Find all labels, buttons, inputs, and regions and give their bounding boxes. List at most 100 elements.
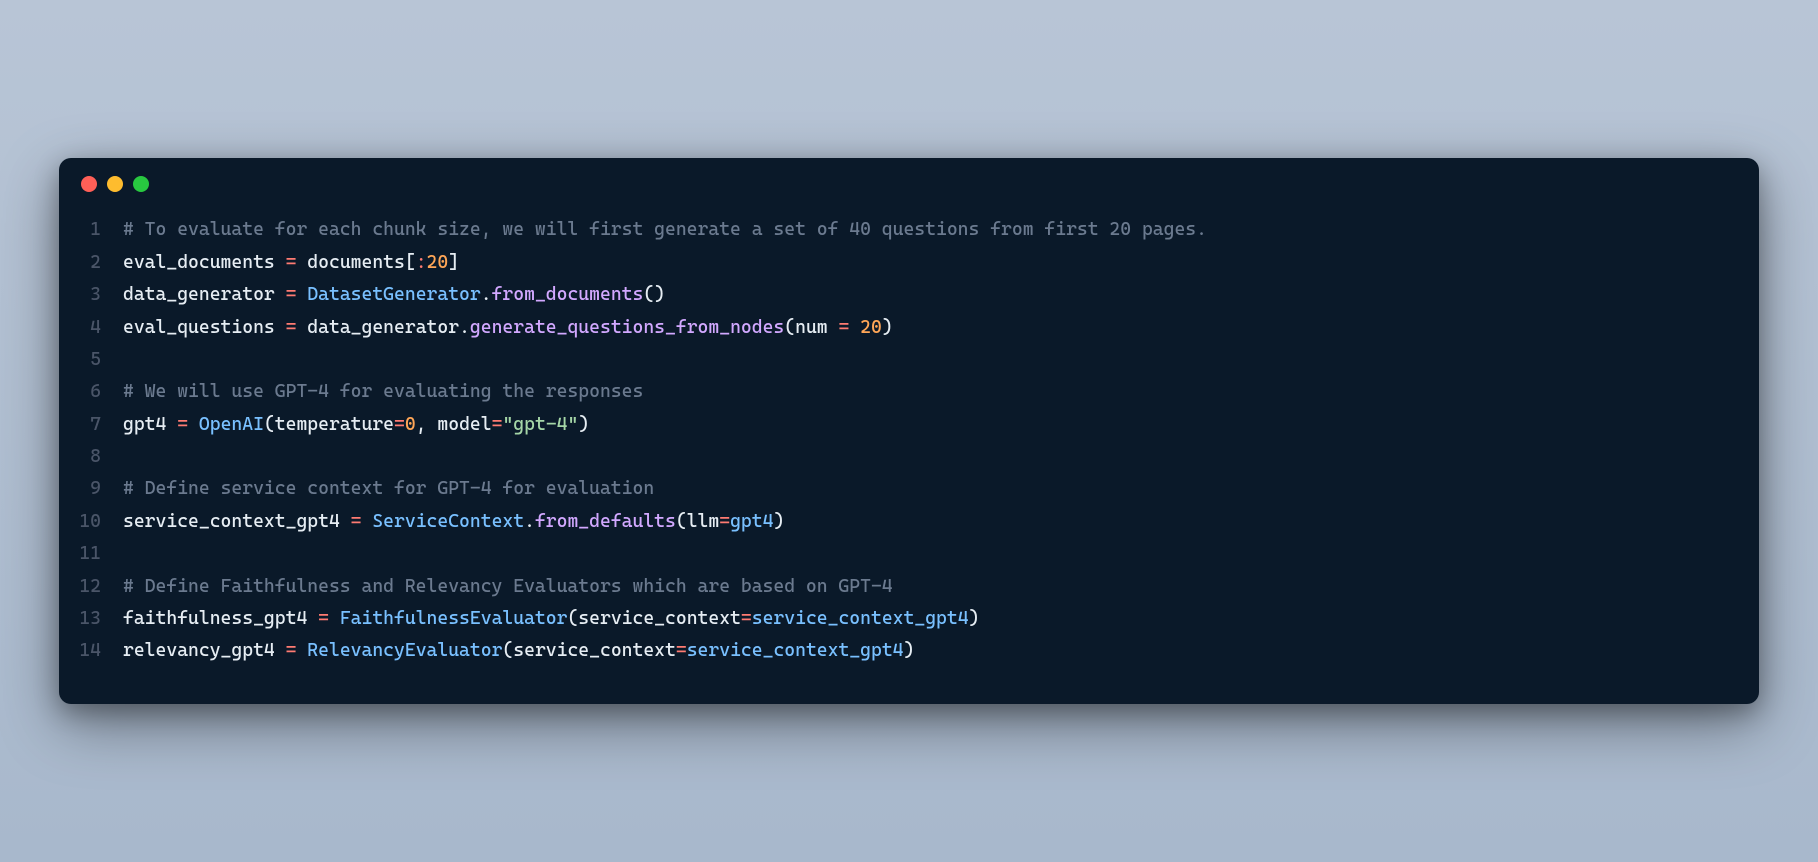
token-ident: documents[	[296, 252, 415, 273]
code-line-content[interactable]: eval_questions = data_generator.generate…	[123, 312, 1731, 344]
token-punct: )	[882, 317, 893, 338]
token-punct: )	[578, 414, 589, 435]
token-ident	[361, 511, 372, 532]
token-func: from_documents	[492, 284, 644, 305]
token-ident: faithfulness_gpt4	[123, 608, 318, 629]
token-ident	[296, 284, 307, 305]
token-func: generate_questions_from_nodes	[470, 317, 784, 338]
code-line: 11	[59, 538, 1731, 570]
code-editor[interactable]: 1# To evaluate for each chunk size, we w…	[59, 202, 1759, 679]
zoom-icon[interactable]	[133, 176, 149, 192]
token-kwarg: service_context_gpt4	[752, 608, 969, 629]
code-line-content[interactable]: # Define service context for GPT-4 for e…	[123, 473, 1731, 505]
code-line: 12# Define Faithfulness and Relevancy Ev…	[59, 571, 1731, 603]
token-op: =	[351, 511, 362, 532]
token-ident: eval_questions	[123, 317, 286, 338]
token-op: =	[838, 317, 849, 338]
code-line-content[interactable]: # We will use GPT-4 for evaluating the r…	[123, 376, 1731, 408]
token-op: =	[741, 608, 752, 629]
line-number: 8	[59, 441, 123, 473]
line-number: 5	[59, 344, 123, 376]
code-line: 8	[59, 441, 1731, 473]
token-op: =	[286, 317, 297, 338]
token-punct: .	[459, 317, 470, 338]
token-op: =	[177, 414, 188, 435]
token-punct: (	[502, 640, 513, 661]
token-num: 20	[860, 317, 882, 338]
line-number: 7	[59, 409, 123, 441]
code-line-content[interactable]: service_context_gpt4 = ServiceContext.fr…	[123, 506, 1731, 538]
token-op: =	[286, 284, 297, 305]
token-punct: (	[676, 511, 687, 532]
code-line: 1# To evaluate for each chunk size, we w…	[59, 214, 1731, 246]
token-op: =	[719, 511, 730, 532]
token-class: RelevancyEvaluator	[307, 640, 502, 661]
token-op: =	[676, 640, 687, 661]
token-punct: .	[524, 511, 535, 532]
line-number: 10	[59, 506, 123, 538]
token-punct: )	[969, 608, 980, 629]
line-number: 4	[59, 312, 123, 344]
code-line: 3data_generator = DatasetGenerator.from_…	[59, 279, 1731, 311]
line-number: 2	[59, 247, 123, 279]
token-comment: # Define service context for GPT-4 for e…	[123, 478, 654, 499]
token-comment: # To evaluate for each chunk size, we wi…	[123, 219, 1207, 240]
token-ident: data_generator	[123, 284, 286, 305]
token-param: num	[795, 317, 838, 338]
line-number: 11	[59, 538, 123, 570]
code-window: 1# To evaluate for each chunk size, we w…	[59, 158, 1759, 703]
token-punct: )	[773, 511, 784, 532]
code-line-content[interactable]: eval_documents = documents[:20]	[123, 247, 1731, 279]
token-comment: # Define Faithfulness and Relevancy Eval…	[123, 576, 893, 597]
code-line: 9# Define service context for GPT-4 for …	[59, 473, 1731, 505]
token-op: =	[394, 414, 405, 435]
line-number: 9	[59, 473, 123, 505]
minimize-icon[interactable]	[107, 176, 123, 192]
token-ident: relevancy_gpt4	[123, 640, 286, 661]
token-num: 20	[427, 252, 449, 273]
token-ident	[188, 414, 199, 435]
code-line-content[interactable]: # To evaluate for each chunk size, we wi…	[123, 214, 1731, 246]
line-number: 1	[59, 214, 123, 246]
token-ident: ]	[448, 252, 459, 273]
line-number: 12	[59, 571, 123, 603]
code-line: 4eval_questions = data_generator.generat…	[59, 312, 1731, 344]
code-line-content[interactable]: gpt4 = OpenAI(temperature=0, model="gpt-…	[123, 409, 1731, 441]
code-line: 5	[59, 344, 1731, 376]
token-param: model	[437, 414, 491, 435]
token-ident: eval_documents	[123, 252, 286, 273]
code-line-content[interactable]: data_generator = DatasetGenerator.from_d…	[123, 279, 1731, 311]
token-param: service_context	[578, 608, 741, 629]
token-punct: ()	[643, 284, 665, 305]
token-param: temperature	[275, 414, 394, 435]
close-icon[interactable]	[81, 176, 97, 192]
token-class: DatasetGenerator	[307, 284, 480, 305]
line-number: 3	[59, 279, 123, 311]
token-op: =	[286, 640, 297, 661]
code-line: 10service_context_gpt4 = ServiceContext.…	[59, 506, 1731, 538]
window-titlebar	[59, 158, 1759, 202]
token-num: 0	[405, 414, 416, 435]
token-class: ServiceContext	[372, 511, 524, 532]
line-number: 13	[59, 603, 123, 635]
code-line-content[interactable]: faithfulness_gpt4 = FaithfulnessEvaluato…	[123, 603, 1731, 635]
token-comment: # We will use GPT-4 for evaluating the r…	[123, 381, 643, 402]
token-punct: (	[264, 414, 275, 435]
token-ident: gpt4	[123, 414, 177, 435]
line-number: 6	[59, 376, 123, 408]
token-op: =	[318, 608, 329, 629]
token-op: :	[416, 252, 427, 273]
code-line: 6# We will use GPT-4 for evaluating the …	[59, 376, 1731, 408]
code-line: 7gpt4 = OpenAI(temperature=0, model="gpt…	[59, 409, 1731, 441]
code-line-content[interactable]: relevancy_gpt4 = RelevancyEvaluator( serv…	[123, 635, 1731, 667]
token-kwarg: service_context_gpt4	[687, 640, 904, 661]
token-class: OpenAI	[199, 414, 264, 435]
code-line: 14relevancy_gpt4 = RelevancyEvaluator(se…	[59, 635, 1731, 667]
token-ident	[849, 317, 860, 338]
code-line-content[interactable]: # Define Faithfulness and Relevancy Eval…	[123, 571, 1731, 603]
token-ident: service_context_gpt4	[123, 511, 351, 532]
token-punct: (	[567, 608, 578, 629]
token-op: =	[492, 414, 503, 435]
token-param: llm	[687, 511, 720, 532]
token-ident	[296, 640, 307, 661]
